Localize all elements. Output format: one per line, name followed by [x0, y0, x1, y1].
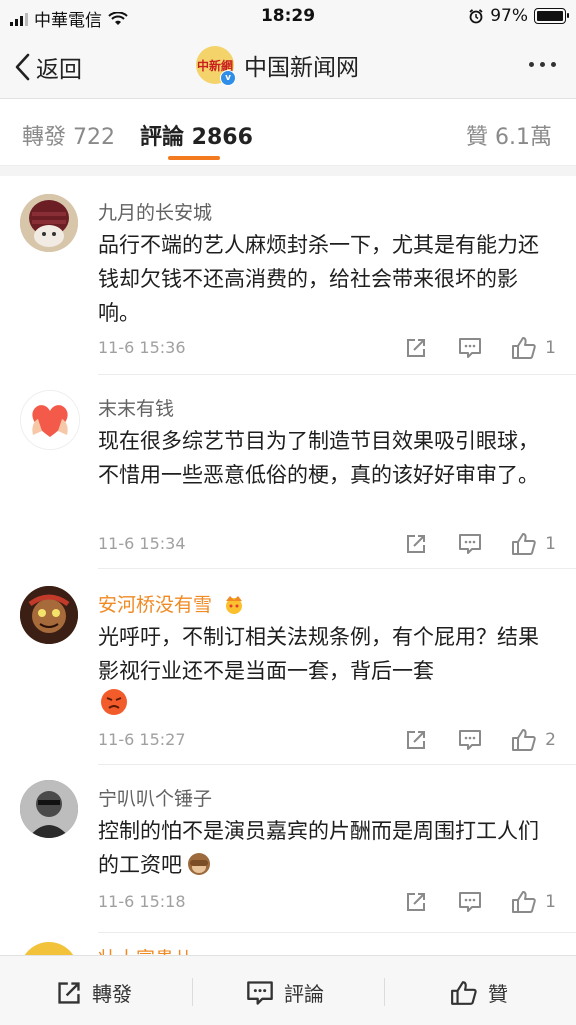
comment-text: 光呼吁，不制订相关法规条例，有个屁用？结果影视行业还不是当面一套，背后一套 [98, 625, 539, 683]
like-button[interactable]: 1 [511, 890, 556, 914]
verified-badge-icon: v [220, 70, 236, 86]
comment-time: 11-6 15:27 [98, 730, 186, 749]
account-avatar: 中新網 v [196, 46, 236, 86]
avatar[interactable] [20, 780, 78, 838]
share-icon [58, 981, 80, 1004]
divider [384, 978, 385, 1006]
vip-crown-icon [226, 596, 243, 614]
comment-text-body: 控制的怕不是演员嘉宾的片酬而是周围打工人们的工资吧 [98, 819, 539, 877]
share-icon[interactable] [403, 336, 429, 360]
thumbs-up-icon [512, 729, 536, 751]
chevron-left-icon [15, 53, 30, 81]
comment-text: 控制的怕不是演员嘉宾的片酬而是周围打工人们的工资吧 [98, 814, 558, 882]
angry-emoji-icon [100, 688, 128, 720]
comment-username[interactable]: 末末有钱 [98, 394, 174, 421]
tab-repost[interactable]: 轉發 722 [22, 119, 115, 151]
repost-button[interactable]: 轉發 [56, 978, 132, 1007]
section-separator [0, 166, 576, 176]
bottom-action-bar: 轉發 評論 贊 [0, 955, 576, 1025]
like-count: 2 [545, 730, 556, 750]
share-icon[interactable] [403, 728, 429, 752]
page-title: 中国新闻网 [244, 55, 359, 81]
comment-username-vip[interactable]: 安河桥没有雪 [98, 590, 246, 617]
avatar[interactable] [20, 194, 78, 252]
like-count: 1 [545, 534, 556, 554]
status-bar: 中華電信 18:29 97% [0, 0, 576, 32]
like-button[interactable]: 1 [511, 336, 556, 360]
battery-percent: 97% [490, 6, 528, 26]
thumbs-up-icon [512, 533, 536, 555]
like-bottom-button[interactable]: 贊 [450, 978, 508, 1007]
more-options-icon[interactable] [529, 62, 556, 67]
tab-likes[interactable]: 贊 6.1萬 [466, 119, 552, 151]
see-no-evil-monkey-icon [188, 853, 210, 875]
comment-actions: 1 [403, 336, 556, 360]
back-label: 返回 [36, 57, 82, 83]
divider [98, 932, 576, 933]
like-label: 贊 [488, 982, 508, 1006]
comment-actions: 2 [403, 728, 556, 752]
repost-label: 轉發 [92, 982, 132, 1006]
comment-username[interactable]: 九月的长安城 [98, 198, 212, 225]
comment-time: 11-6 15:34 [98, 534, 186, 553]
thumbs-up-icon [451, 980, 477, 1005]
divider [98, 764, 576, 765]
tab-bar: 轉發 722 評論 2866 贊 6.1萬 [0, 99, 576, 166]
thumbs-up-icon [512, 337, 536, 359]
comment-icon[interactable] [457, 890, 483, 914]
comment-icon [247, 980, 273, 1005]
navigation-bar: 返回 中新網 v 中国新闻网 [0, 32, 576, 99]
avatar[interactable] [20, 586, 78, 644]
share-icon[interactable] [403, 890, 429, 914]
comment-icon[interactable] [457, 336, 483, 360]
comment-button[interactable]: 評論 [246, 978, 324, 1007]
account-header[interactable]: 中新網 v 中国新闻网 [196, 46, 359, 86]
tab-comments[interactable]: 評論 2866 [140, 119, 253, 151]
back-button[interactable]: 返回 [14, 50, 82, 84]
comment-text: 品行不端的艺人麻烦封杀一下，尤其是有能力还钱却欠钱不还高消费的，给社会带来很坏的… [98, 233, 539, 325]
comment-actions: 1 [403, 890, 556, 914]
comment-time: 11-6 15:36 [98, 338, 186, 357]
divider [98, 374, 576, 375]
share-icon[interactable] [403, 532, 429, 556]
comment-text: 现在很多综艺节目为了制造节目效果吸引眼球，不惜用一些恶意低俗的梗，真的该好好审审… [98, 429, 539, 487]
active-tab-indicator [168, 156, 220, 160]
comment-icon[interactable] [457, 728, 483, 752]
like-count: 1 [545, 338, 556, 358]
avatar[interactable] [20, 390, 80, 450]
comment-username: 安河桥没有雪 [98, 594, 213, 616]
comment-username[interactable]: 宁叭叭个锤子 [98, 784, 212, 811]
divider [192, 978, 193, 1006]
divider [98, 568, 576, 569]
like-count: 1 [545, 892, 556, 912]
like-button[interactable]: 1 [511, 532, 556, 556]
thumbs-up-icon [512, 891, 536, 913]
comment-time: 11-6 15:18 [98, 892, 186, 911]
battery-icon [534, 8, 569, 24]
alarm-icon [469, 9, 483, 24]
comment-label: 評論 [284, 982, 324, 1006]
comment-actions: 1 [403, 532, 556, 556]
comment-icon[interactable] [457, 532, 483, 556]
like-button[interactable]: 2 [511, 728, 556, 752]
